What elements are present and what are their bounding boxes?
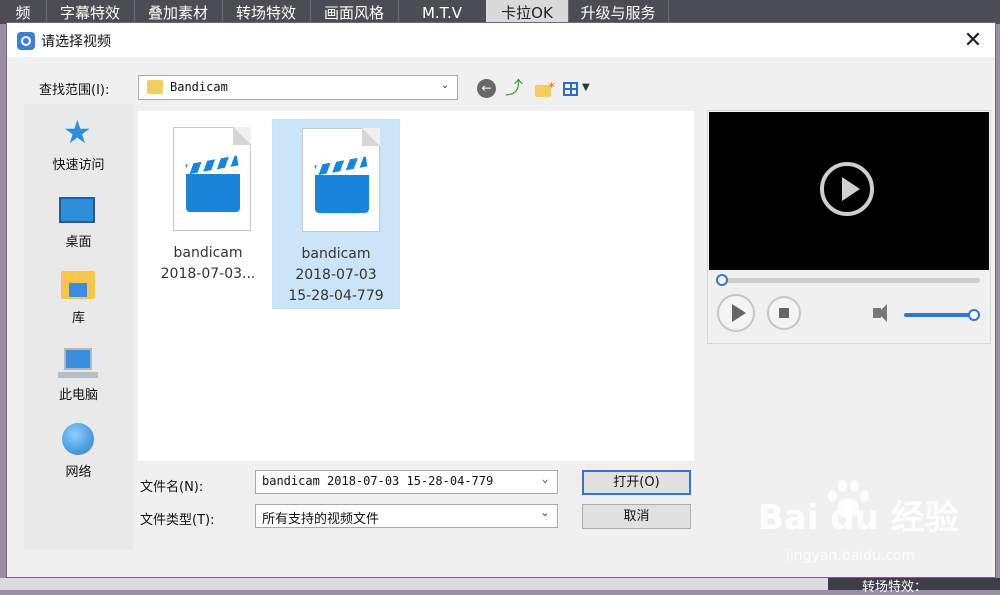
file-name-label: 文件名(N): [140, 480, 204, 495]
watermark-logo: Bai du 经验 [758, 498, 959, 538]
desktop-icon [59, 197, 95, 223]
file-name-line: 15-28-04-779 [288, 288, 384, 304]
place-desktop[interactable]: 桌面 [24, 191, 133, 255]
back-arrow-icon: ← [477, 79, 496, 98]
file-name: bandicam 2018-07-03 15-28-04-779 [273, 244, 399, 307]
file-type-select[interactable]: 所有支持的视频文件 ⌄ [255, 504, 558, 528]
place-label: 快速访问 [52, 158, 105, 173]
file-name-line: bandicam [173, 245, 243, 261]
chevron-down-icon[interactable]: ⌄ [537, 472, 553, 490]
file-list[interactable]: bandicam 2018-07-03... bandicam 2018-07-… [138, 111, 694, 461]
file-name-line: 2018-07-03... [160, 266, 256, 282]
background-tab[interactable]: 字幕特效 [46, 0, 135, 24]
watermark-url: jingyan.baidu.com [786, 548, 916, 564]
chevron-down-icon[interactable]: ⌄ [537, 506, 553, 524]
file-name: bandicam 2018-07-03... [144, 243, 272, 285]
video-file-icon [302, 128, 380, 232]
clapperboard-top [314, 156, 368, 176]
clapperboard-body [186, 174, 240, 212]
volume-slider[interactable] [904, 309, 980, 321]
place-library[interactable]: 库 [24, 267, 133, 331]
video-file-icon [173, 127, 251, 231]
place-quick-access[interactable]: ★ 快速访问 [24, 114, 133, 178]
background-tab[interactable]: 升级与服务 [568, 0, 669, 24]
play-button[interactable] [717, 294, 755, 332]
file-item[interactable]: bandicam 2018-07-03... [144, 119, 272, 309]
computer-icon [58, 348, 98, 378]
network-icon [62, 423, 94, 455]
close-button[interactable]: ✕ [957, 27, 989, 55]
video-canvas[interactable] [709, 112, 989, 270]
library-icon [61, 271, 95, 299]
clapperboard-body [315, 175, 369, 213]
dropdown-arrow-icon: ▼ [582, 82, 590, 93]
file-name-line: 2018-07-03 [295, 267, 377, 283]
place-label: 桌面 [65, 235, 92, 250]
background-tab-strip: 频 字幕特效 叠加素材 转场特效 画面风格 M.T.V 卡拉OK 升级与服务 [0, 0, 1000, 24]
file-item-selected[interactable]: bandicam 2018-07-03 15-28-04-779 [272, 119, 400, 309]
place-network[interactable]: 网络 [24, 421, 133, 485]
folder-icon [147, 80, 163, 94]
video-preview-panel [707, 110, 991, 344]
star-icon: ★ [63, 113, 92, 151]
seek-bar[interactable] [716, 274, 980, 286]
background-tab-active[interactable]: 卡拉OK [486, 0, 569, 24]
file-name-input[interactable]: bandicam 2018-07-03 15-28-04-779 ⌄ [255, 470, 558, 494]
file-type-label: 文件类型(T): [140, 513, 215, 528]
chevron-down-icon[interactable]: ⌄ [437, 78, 453, 96]
up-arrow-icon: ⤴ [505, 78, 523, 99]
cancel-button[interactable]: 取消 [582, 504, 691, 529]
background-tab[interactable]: M.T.V [398, 0, 487, 24]
new-folder-button[interactable]: ✶ [534, 79, 556, 101]
place-label: 库 [71, 311, 85, 326]
look-in-dropdown[interactable]: Bandicam ⌄ [138, 75, 458, 100]
up-folder-button[interactable]: ⤴ [505, 79, 527, 101]
app-icon [17, 32, 35, 50]
view-menu-button[interactable]: ▼ [563, 79, 599, 101]
look-in-label: 查找范围(I): [39, 83, 110, 98]
open-button[interactable]: 打开(O) [582, 470, 691, 495]
dialog-titlebar[interactable]: 请选择视频 ✕ [7, 23, 995, 57]
background-tab[interactable]: 叠加素材 [134, 0, 223, 24]
background-tab[interactable]: 转场特效 [222, 0, 311, 24]
back-button[interactable]: ← [477, 79, 499, 101]
seek-handle[interactable] [716, 274, 728, 286]
file-name-value: bandicam 2018-07-03 15-28-04-779 [262, 474, 494, 488]
play-overlay-icon[interactable] [820, 162, 874, 216]
background-tab[interactable]: 画面风格 [310, 0, 399, 24]
sparkle-icon: ✶ [547, 79, 557, 92]
dialog-title: 请选择视频 [41, 34, 111, 50]
place-this-pc[interactable]: 此电脑 [24, 344, 133, 408]
place-label: 此电脑 [58, 388, 98, 403]
stop-button[interactable] [767, 296, 801, 330]
volume-handle[interactable] [968, 309, 980, 321]
places-bar: ★ 快速访问 桌面 库 此电脑 网络 [24, 104, 133, 550]
volume-icon[interactable] [873, 304, 887, 322]
file-name-line: bandicam [301, 246, 371, 262]
background-tab[interactable]: 频 [0, 0, 47, 24]
clapperboard-top [185, 155, 239, 175]
file-type-value: 所有支持的视频文件 [262, 512, 380, 527]
view-grid-icon [563, 82, 578, 96]
background-bottom-label: 转场特效： [862, 580, 928, 595]
place-label: 网络 [65, 465, 92, 480]
look-in-value: Bandicam [170, 80, 228, 94]
